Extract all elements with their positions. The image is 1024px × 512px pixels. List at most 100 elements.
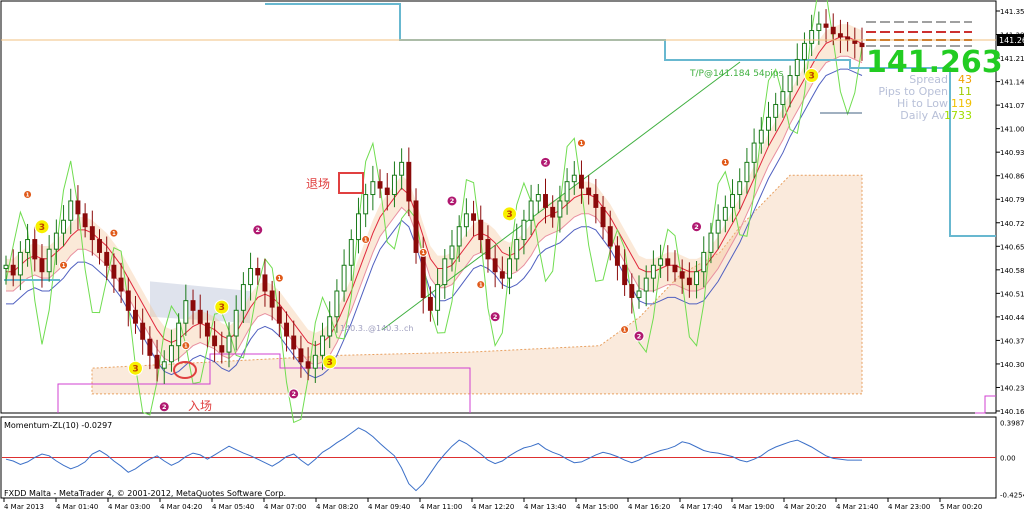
time-tick-label: 4 Mar 17:40 xyxy=(680,503,722,511)
candle-body xyxy=(413,200,419,253)
candle-body xyxy=(363,194,369,215)
candle-body xyxy=(320,335,325,356)
candle-body xyxy=(629,284,635,298)
trade-marker-label: 1 xyxy=(479,282,483,288)
price-tick-label: 141.145 xyxy=(1000,79,1024,87)
time-tick-label: 4 Mar 05:40 xyxy=(212,503,254,511)
candle-body xyxy=(46,248,52,273)
candle-body xyxy=(801,42,807,60)
candle-body xyxy=(499,271,505,279)
trade-marker-label: 3 xyxy=(132,364,138,374)
candle-body xyxy=(68,200,74,221)
time-tick-label: 4 Mar 04:20 xyxy=(160,503,202,511)
candle-body xyxy=(284,322,289,337)
entry-annotation: 入场 xyxy=(188,399,212,413)
candle-body xyxy=(327,316,333,337)
candle-body xyxy=(348,239,354,266)
candle-body xyxy=(766,116,771,131)
candle-body xyxy=(420,251,426,298)
price-tick-label: 141.215 xyxy=(1000,55,1024,63)
trade-marker-label: 1 xyxy=(421,250,425,256)
candle-body xyxy=(823,23,829,28)
momentum-tick-label: 0.3987 xyxy=(1000,420,1024,428)
candle-body xyxy=(859,42,865,48)
trade-marker-label: 1 xyxy=(184,343,188,349)
candle-body xyxy=(708,232,714,253)
price-tick-label: 140.655 xyxy=(1000,243,1024,251)
trade-marker-label: 2 xyxy=(291,390,296,398)
price-tick-label: 140.725 xyxy=(1000,220,1024,228)
time-tick-label: 4 Mar 07:00 xyxy=(264,503,306,511)
candle-body xyxy=(39,258,45,273)
candle-body xyxy=(715,219,721,234)
candle-body xyxy=(658,258,664,266)
time-tick-label: 4 Mar 21:40 xyxy=(836,503,878,511)
price-tick-label: 141.355 xyxy=(1000,8,1024,16)
time-tick-label: 4 Mar 09:40 xyxy=(368,503,410,511)
candle-body xyxy=(550,206,556,218)
candle-body xyxy=(370,181,376,196)
time-tick-label: 4 Mar 08:20 xyxy=(316,503,358,511)
candle-body xyxy=(219,345,225,353)
momentum-tick-label: 0.00 xyxy=(1000,455,1016,463)
candle-body xyxy=(89,226,95,241)
candle-body xyxy=(17,251,23,276)
candle-body xyxy=(571,174,577,183)
candle-body xyxy=(183,300,189,324)
candle-body xyxy=(600,206,606,228)
candle-body xyxy=(377,181,383,189)
candle-body xyxy=(140,322,146,340)
trade-marker-label: 1 xyxy=(724,160,728,166)
candle-body xyxy=(435,284,441,311)
chart: 3333332222222211111111111 141.355141.285… xyxy=(0,0,1024,512)
candle-body xyxy=(147,338,153,356)
candle-body xyxy=(197,309,203,324)
candle-body xyxy=(10,264,16,276)
candle-body xyxy=(514,239,520,260)
trade-marker-label: 2 xyxy=(694,223,699,231)
time-tick-label: 4 Mar 12:20 xyxy=(472,503,514,511)
candle-body xyxy=(521,219,527,241)
momentum-tick-label: -0.4254 xyxy=(1000,492,1024,500)
candle-body xyxy=(751,142,757,163)
price-tick-label: 140.795 xyxy=(1000,196,1024,204)
candle-body xyxy=(25,239,31,253)
candle-body xyxy=(564,181,570,202)
candle-body xyxy=(32,239,38,260)
candle-body xyxy=(75,200,81,215)
candle-body xyxy=(809,30,815,44)
trade-marker-label: 1 xyxy=(112,231,116,237)
trade-marker-label: 2 xyxy=(637,332,642,340)
candle-body xyxy=(334,290,340,318)
candle-body xyxy=(758,129,764,144)
candle-body xyxy=(837,33,843,38)
candle-body xyxy=(442,258,448,286)
candle-body xyxy=(485,239,491,260)
candle-body xyxy=(737,181,743,196)
candle-body xyxy=(694,271,700,286)
trade-marker-label: 3 xyxy=(219,303,225,313)
candle-body xyxy=(852,39,858,44)
candle-body xyxy=(226,335,232,353)
candle-body xyxy=(356,213,361,241)
candle-body xyxy=(780,91,786,105)
candle-body xyxy=(492,258,498,273)
candle-body xyxy=(686,277,692,286)
time-tick-label: 4 Mar 03:00 xyxy=(108,503,150,511)
trade-marker-label: 1 xyxy=(62,263,66,269)
candle-body xyxy=(111,264,117,279)
candle-body xyxy=(478,219,484,241)
time-tick-label: 4 Mar 15:00 xyxy=(576,503,618,511)
candle-body xyxy=(341,264,347,292)
time-tick-label: 4 Mar 20:20 xyxy=(784,503,826,511)
candle-body xyxy=(830,26,836,35)
trade-marker-label: 3 xyxy=(506,210,512,220)
candle-body xyxy=(507,258,512,279)
candle-body xyxy=(312,354,318,369)
time-tick-label: 4 Mar 2013 xyxy=(4,503,44,511)
time-tick-label: 5 Mar 00:20 xyxy=(940,503,982,511)
candle-body xyxy=(543,194,548,208)
candle-body xyxy=(53,232,59,250)
candle-body xyxy=(650,264,656,279)
candle-body xyxy=(463,213,469,228)
